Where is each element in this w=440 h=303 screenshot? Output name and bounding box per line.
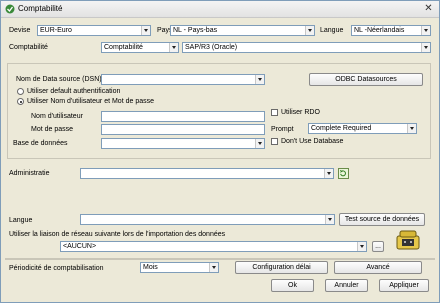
network-label: Utiliser la liaison de réseau suivante l… [9,231,226,238]
langue-label: Langue [320,27,344,34]
title-bar: Comptabilité ✕ [1,1,439,18]
ok-button[interactable]: Ok [271,279,314,292]
dsn-label: Nom de Data source (DSN) [16,76,102,83]
devise-label: Devise [9,27,31,34]
chevron-down-icon[interactable] [169,43,178,52]
pays-value: NL - Pays-bas [173,27,218,34]
password-label: Mot de passe [31,126,74,133]
cancel-button[interactable]: Annuler [325,279,368,292]
rdo-label: Utiliser RDO [281,109,320,116]
database-select[interactable] [101,138,265,149]
apply-button[interactable]: Appliquer [379,279,429,292]
chevron-down-icon[interactable] [421,43,430,52]
periodicity-label: Périodicité de comptabilisation [9,265,104,272]
advanced-button[interactable]: Avancé [334,261,422,274]
configuration-delay-button[interactable]: Configuration délai [235,261,328,274]
chevron-down-icon[interactable] [255,139,264,148]
periodicity-value: Mois [143,264,158,271]
user-label: Nom d'utilisateur [31,113,83,120]
prompt-value: Complete Required [311,125,372,132]
administratie-label: Administratie [9,170,50,177]
chevron-down-icon[interactable] [407,124,416,133]
dont-use-database-label: Don't Use Database [281,138,344,145]
accounting-system-value: SAP/R3 (Oracle) [185,44,238,51]
dialog-window: Comptabilité ✕ Devise EUR-Euro Pays NL -… [0,0,440,303]
pays-select[interactable]: NL - Pays-bas [170,25,315,36]
prompt-label: Prompt [271,126,294,133]
app-icon [5,4,15,14]
langue2-select[interactable] [80,214,335,225]
comptabilite-type-value: Comptabilité [104,44,143,51]
separator-line [5,258,435,260]
radio-default-auth-label: Utiliser default authentification [27,88,121,95]
test-data-source-button[interactable]: Test source de données [339,213,425,226]
network-phone-icon [396,230,420,250]
chevron-down-icon[interactable] [325,215,334,224]
close-icon[interactable]: ✕ [422,3,435,15]
odbc-datasources-button[interactable]: ODBC Datasources [309,73,423,86]
rdo-checkbox[interactable] [271,109,278,116]
chevron-down-icon[interactable] [305,26,314,35]
devise-select[interactable]: EUR-Euro [37,25,151,36]
username-field[interactable] [101,111,265,122]
chevron-down-icon[interactable] [357,242,366,251]
radio-user-auth-label: Utiliser Nom d'utilisateur et Mot de pas… [27,98,154,105]
chevron-down-icon[interactable] [421,26,430,35]
accounting-system-select[interactable]: SAP/R3 (Oracle) [182,42,431,53]
comptabilite-type-select[interactable]: Comptabilité [101,42,179,53]
network-value: <AUCUN> [63,243,97,250]
langue-select[interactable]: NL -Néerlandais [351,25,431,36]
network-select[interactable]: <AUCUN> [60,241,367,252]
window-title: Comptabilité [18,4,63,13]
prompt-select[interactable]: Complete Required [308,123,417,134]
comptabilite-label: Comptabilité [9,44,48,51]
administratie-select[interactable] [80,168,334,179]
password-field[interactable] [101,124,265,135]
browse-button[interactable]: ... [372,241,384,252]
dont-use-database-checkbox[interactable] [271,138,278,145]
langue-value: NL -Néerlandais [354,27,405,34]
radio-user-auth[interactable] [17,98,24,105]
chevron-down-icon[interactable] [255,75,264,84]
dsn-select[interactable] [101,74,265,85]
langue2-label: Langue [9,217,33,224]
radio-default-auth[interactable] [17,88,24,95]
chevron-down-icon[interactable] [324,169,333,178]
refresh-icon[interactable] [338,168,349,179]
periodicity-select[interactable]: Mois [140,262,219,273]
devise-value: EUR-Euro [40,27,72,34]
chevron-down-icon[interactable] [209,263,218,272]
database-label: Base de données [13,140,68,147]
chevron-down-icon[interactable] [141,26,150,35]
